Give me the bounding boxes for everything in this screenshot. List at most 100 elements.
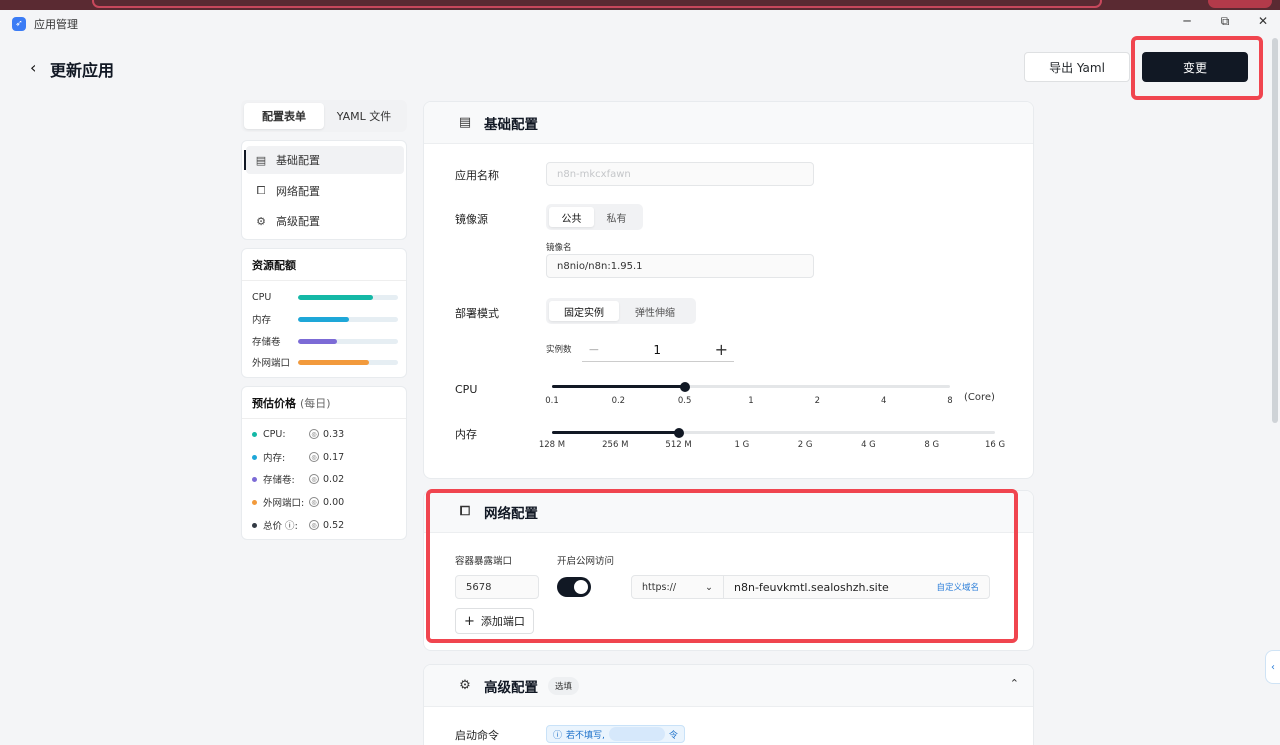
memory-tick: 2 G [797, 440, 813, 450]
price-label: 内存: [263, 453, 286, 464]
help-icon[interactable]: ⓘ [285, 521, 295, 532]
tab-form[interactable]: 配置表单 [244, 103, 324, 129]
price-row: 内存: ◎ 0.17 [252, 450, 402, 464]
instances-stepper: − 1 + [582, 338, 734, 362]
resource-bar-fill [298, 359, 369, 365]
resource-row-public-port: 外网端口 [252, 355, 398, 369]
image-source-label: 镜像源 [455, 213, 488, 226]
tab-yaml[interactable]: YAML 文件 [324, 103, 404, 129]
instances-value[interactable]: 1 [653, 343, 661, 357]
nav-item-network[interactable]: ⧠ 网络配置 [246, 177, 404, 205]
plus-icon[interactable]: + [715, 340, 728, 359]
resource-row-memory: 内存 [252, 312, 398, 326]
export-yaml-button[interactable]: 导出 Yaml [1024, 52, 1130, 82]
advanced-config-header[interactable]: ⚙ 高级配置 选填 [424, 665, 1033, 707]
tip-overlay [608, 727, 665, 741]
network-icon: ⧠ [256, 184, 266, 197]
network-icon: ⧠ [459, 504, 471, 519]
price-row-total: 总价 ⓘ: ◎ 0.52 [252, 518, 402, 532]
chevron-down-icon: ⌄ [705, 581, 713, 593]
price-value: 0.00 [323, 496, 345, 508]
basic-config-header: ▤ 基础配置 [424, 102, 1033, 144]
price-row: 外网端口: ◎ 0.00 [252, 495, 402, 509]
image-source-public[interactable]: 公共 [549, 207, 594, 227]
memory-slider-knob[interactable] [673, 428, 684, 438]
nav-item-label: 基础配置 [276, 154, 320, 167]
minus-icon[interactable]: − [588, 342, 600, 358]
price-title-text: 预估价格 [252, 396, 296, 410]
price-dot [252, 499, 257, 505]
public-domain-field: https:// ⌄ n8n-feuvkmtl.sealoshzh.site 自… [631, 575, 990, 599]
info-icon: ⓘ [553, 730, 563, 741]
panel-title: 基础配置 [484, 116, 538, 133]
network-config-panel: ⧠ 网络配置 容器暴露端口 开启公网访问 5678 https:// ⌄ n8n… [423, 490, 1034, 651]
memory-tick: 4 G [861, 440, 876, 450]
app-name-label: 应用名称 [455, 169, 499, 182]
memory-slider-fill [552, 431, 679, 434]
nav-item-label: 网络配置 [276, 185, 320, 198]
deploy-mode-autoscale[interactable]: 弹性伸缩 [619, 301, 691, 321]
panel-title: 网络配置 [484, 505, 538, 522]
price-dot [252, 522, 257, 528]
cpu-tick: 1 [748, 396, 754, 406]
minimize-icon[interactable]: ─ [1180, 14, 1194, 29]
memory-label: 内存 [455, 428, 477, 441]
resource-label: CPU [252, 291, 272, 303]
price-label: CPU: [263, 428, 286, 440]
resource-bar [298, 316, 398, 322]
apply-button[interactable]: 变更 [1142, 52, 1248, 82]
deploy-mode-toggle: 固定实例 弹性伸缩 [546, 298, 696, 324]
resource-row-cpu: CPU [252, 290, 398, 304]
container-port-input[interactable]: 5678 [455, 575, 539, 599]
price-dot [252, 476, 257, 482]
image-name-input[interactable]: n8nio/n8n:1.95.1 [546, 254, 814, 278]
gear-icon: ⚙ [256, 214, 266, 228]
browser-tab[interactable] [1208, 0, 1272, 8]
nav-item-label: 高级配置 [276, 215, 320, 228]
section-nav: ▤ 基础配置 ⧠ 网络配置 ⚙ 高级配置 [241, 140, 407, 240]
window-controls: ─ ⧉ ✕ [1180, 14, 1270, 29]
coin-icon: ◎ [309, 474, 319, 484]
deploy-mode-label: 部署模式 [455, 307, 499, 320]
estimated-price-card: 预估价格 (每日) CPU: ◎ 0.33 内存: ◎ 0.17 存储卷: ◎ … [241, 386, 407, 540]
chevron-up-icon[interactable]: ⌃ [1010, 677, 1019, 690]
side-panel-handle[interactable]: ‹ [1265, 650, 1280, 684]
public-access-toggle[interactable] [557, 577, 591, 597]
custom-domain-link[interactable]: 自定义域名 [936, 576, 989, 598]
resource-label: 内存 [252, 315, 272, 326]
protocol-select[interactable]: https:// ⌄ [632, 576, 724, 598]
restore-icon[interactable]: ⧉ [1218, 14, 1232, 29]
network-config-header: ⧠ 网络配置 [424, 491, 1033, 533]
optional-badge: 选填 [548, 676, 580, 695]
basic-config-panel: ▤ 基础配置 应用名称 n8n-mkcxfawn 镜像源 公共 私有 镜像名 n… [423, 101, 1034, 479]
nav-item-basic[interactable]: ▤ 基础配置 [244, 146, 404, 174]
close-icon[interactable]: ✕ [1256, 14, 1270, 29]
resource-bar [298, 294, 398, 300]
rocket-icon: ➶ [12, 17, 26, 31]
resource-quota-title: 资源配额 [242, 249, 406, 281]
image-source-private[interactable]: 私有 [594, 207, 639, 227]
toggle-knob [574, 580, 588, 594]
cpu-unit: (Core) [964, 392, 995, 403]
app-title: 应用管理 [34, 18, 78, 31]
scrollbar[interactable] [1272, 38, 1278, 423]
price-dot [252, 454, 257, 460]
cpu-tick: 0.1 [545, 396, 559, 406]
document-icon: ▤ [458, 115, 472, 130]
add-port-button[interactable]: + 添加端口 [455, 608, 534, 634]
cpu-tick: 4 [880, 396, 887, 406]
page-title: 更新应用 [50, 61, 115, 80]
memory-tick: 16 G [984, 440, 1006, 450]
memory-tick: 1 G [734, 440, 750, 450]
browser-url-bar[interactable] [92, 0, 1102, 8]
cpu-tick: 8 [947, 396, 953, 406]
deploy-mode-fixed[interactable]: 固定实例 [549, 301, 619, 321]
container-port-label: 容器暴露端口 [455, 556, 513, 567]
price-title: 预估价格 (每日) [242, 387, 406, 419]
cpu-slider-knob[interactable] [679, 382, 690, 392]
cpu-tick: 0.2 [611, 396, 626, 406]
gear-icon: ⚙ [459, 678, 471, 693]
price-row: CPU: ◎ 0.33 [252, 427, 402, 441]
back-chevron-icon[interactable]: ‹ [30, 58, 36, 77]
nav-item-advanced[interactable]: ⚙ 高级配置 [246, 207, 404, 235]
